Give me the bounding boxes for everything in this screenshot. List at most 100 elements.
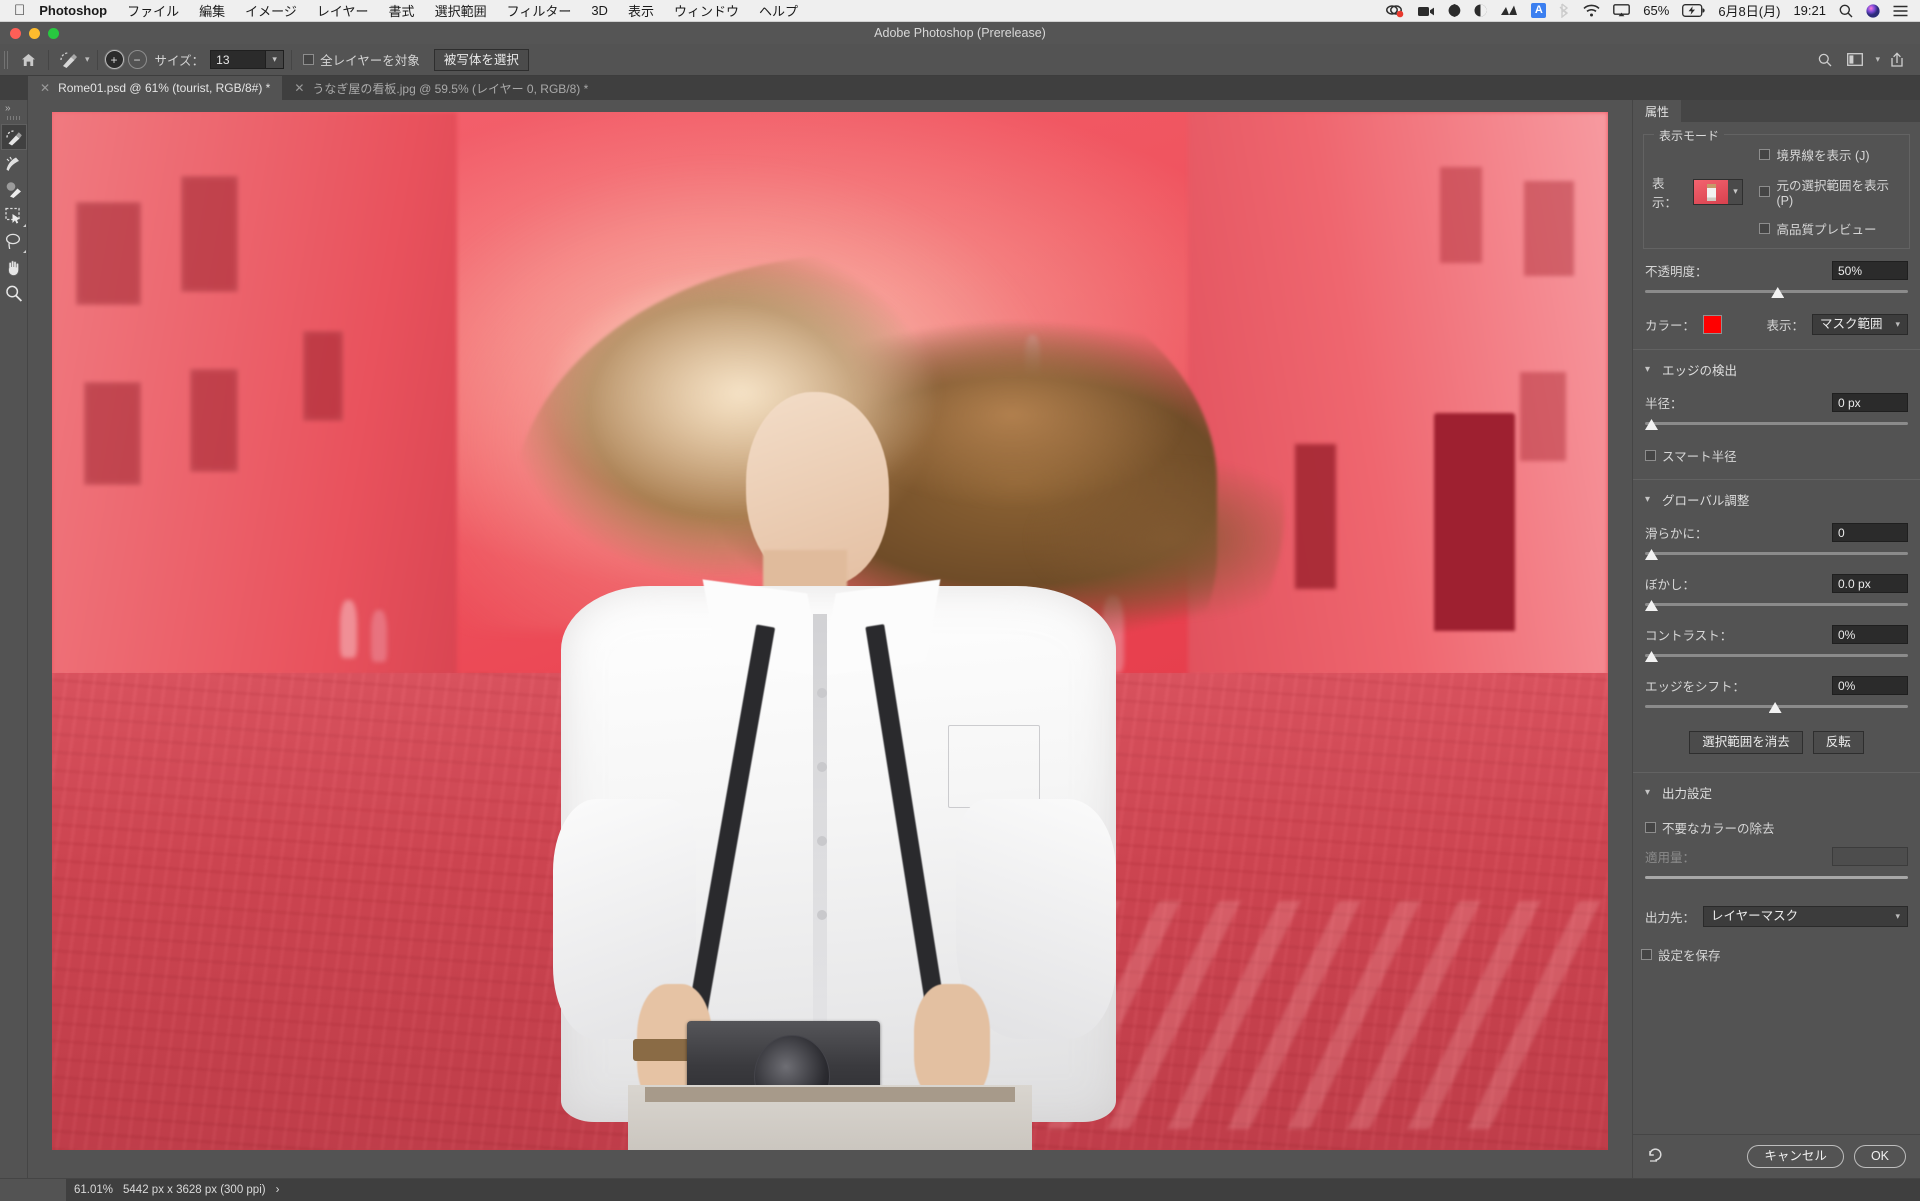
canvas-area[interactable] xyxy=(28,100,1632,1178)
indicates-select[interactable]: マスク範囲 ▾ xyxy=(1812,314,1908,335)
global-refinements-header[interactable]: ▾ グローバル調整 xyxy=(1633,480,1920,511)
screen-record-icon[interactable] xyxy=(1386,4,1405,18)
menu-file[interactable]: ファイル xyxy=(127,1,179,20)
view-mode-preset-picker[interactable]: ▾ xyxy=(1693,178,1744,205)
radius-slider[interactable] xyxy=(1645,418,1908,432)
airplay-icon[interactable] xyxy=(1613,4,1631,17)
contrast-icon[interactable] xyxy=(1474,4,1487,17)
menubar-time[interactable]: 19:21 xyxy=(1793,3,1826,18)
checkbox-box[interactable] xyxy=(1759,186,1771,197)
menu-type[interactable]: 書式 xyxy=(389,1,415,20)
menu-filter[interactable]: フィルター xyxy=(507,1,572,20)
workspace-caret-icon[interactable]: ▾ xyxy=(1875,54,1880,65)
brush-size-stepper-icon[interactable]: ▾ xyxy=(266,50,285,69)
siri-icon[interactable] xyxy=(1866,3,1880,18)
menu-layer[interactable]: レイヤー xyxy=(317,1,369,20)
smooth-input[interactable] xyxy=(1832,523,1908,542)
clear-selection-button[interactable]: 選択範囲を消去 xyxy=(1689,731,1803,754)
add-to-selection-icon[interactable]: + xyxy=(104,50,124,69)
menubar-date[interactable]: 6月8日(月) xyxy=(1718,1,1780,20)
invert-button[interactable]: 反転 xyxy=(1812,731,1864,754)
smooth-slider[interactable] xyxy=(1645,548,1908,562)
view-mode-thumbnail[interactable] xyxy=(1694,179,1729,204)
workspace-icon[interactable] xyxy=(1842,48,1868,72)
window-maximize-button[interactable] xyxy=(48,28,59,39)
close-icon[interactable]: ✕ xyxy=(40,81,50,95)
wifi-icon[interactable] xyxy=(1583,4,1600,17)
brush-preset-caret-icon[interactable]: ▾ xyxy=(85,54,90,65)
audio-meter-icon[interactable] xyxy=(1500,4,1518,17)
video-camera-icon[interactable] xyxy=(1418,5,1435,17)
chevron-down-icon[interactable]: ▾ xyxy=(1728,179,1743,204)
dropbox-icon[interactable] xyxy=(1448,4,1461,17)
collapse-panel-icon[interactable]: » xyxy=(5,103,11,114)
magic-wand-tool-icon[interactable] xyxy=(1,176,27,202)
search-icon[interactable] xyxy=(1812,48,1838,72)
checkbox-box[interactable] xyxy=(303,54,315,65)
decontaminate-colors-checkbox[interactable]: 不要なカラーの除去 xyxy=(1633,818,1920,837)
hand-tool-icon[interactable] xyxy=(1,254,27,280)
shift-edge-slider[interactable] xyxy=(1645,701,1908,715)
lasso-tool-icon[interactable] xyxy=(1,228,27,254)
ok-button[interactable]: OK xyxy=(1853,1145,1906,1168)
shift-edge-input[interactable] xyxy=(1832,676,1908,695)
brush-size-input[interactable] xyxy=(210,50,267,69)
window-minimize-button[interactable] xyxy=(29,28,40,39)
tab-properties[interactable]: 属性 xyxy=(1633,100,1682,122)
menu-window[interactable]: ウィンドウ xyxy=(674,1,739,20)
apple-logo-icon[interactable]:  xyxy=(14,3,25,18)
quick-selection-brush-icon[interactable] xyxy=(56,49,82,71)
radius-input[interactable] xyxy=(1832,393,1908,412)
output-settings-header[interactable]: ▾ 出力設定 xyxy=(1633,773,1920,804)
cancel-button[interactable]: キャンセル xyxy=(1747,1145,1844,1168)
select-subject-button[interactable]: 被写体を選択 xyxy=(433,48,529,71)
menu-edit[interactable]: 編集 xyxy=(199,1,225,20)
contrast-slider[interactable] xyxy=(1645,650,1908,664)
checkbox-box[interactable] xyxy=(1641,949,1652,960)
menu-view[interactable]: 表示 xyxy=(628,1,654,20)
checkbox-box[interactable] xyxy=(1759,223,1771,234)
control-center-icon[interactable] xyxy=(1893,5,1908,17)
contrast-input[interactable] xyxy=(1832,625,1908,644)
mask-color-swatch[interactable] xyxy=(1703,315,1723,334)
bluetooth-icon[interactable] xyxy=(1559,3,1570,18)
menu-select[interactable]: 選択範囲 xyxy=(435,1,487,20)
checkbox-box[interactable] xyxy=(1759,149,1771,160)
close-icon[interactable]: ✕ xyxy=(294,81,304,95)
window-close-button[interactable] xyxy=(10,28,21,39)
document-tab-rome01[interactable]: ✕ Rome01.psd @ 61% (tourist, RGB/8#) * xyxy=(28,76,283,100)
menu-3d[interactable]: 3D xyxy=(591,3,608,18)
quick-selection-tool-icon[interactable] xyxy=(0,124,27,150)
checkbox-box[interactable] xyxy=(1645,822,1656,833)
opacity-slider[interactable] xyxy=(1645,286,1908,300)
search-icon[interactable] xyxy=(1839,4,1853,18)
show-original-checkbox[interactable]: 元の選択範囲を表示 (P) xyxy=(1759,175,1901,208)
chevron-down-icon[interactable]: ▾ xyxy=(1645,787,1650,798)
menu-image[interactable]: イメージ xyxy=(245,1,297,20)
chevron-down-icon[interactable]: ▾ xyxy=(1645,364,1650,375)
edge-detection-header[interactable]: ▾ エッジの検出 xyxy=(1633,350,1920,381)
menubar-app-name[interactable]: Photoshop xyxy=(39,3,107,18)
options-bar-grip[interactable] xyxy=(4,50,9,69)
adobe-a-icon[interactable]: A xyxy=(1531,3,1547,18)
sample-all-layers-checkbox[interactable]: 全レイヤーを対象 xyxy=(303,50,420,69)
tools-panel-grip[interactable] xyxy=(6,116,21,120)
share-icon[interactable] xyxy=(1884,48,1910,72)
document-canvas[interactable] xyxy=(52,112,1608,1150)
subtract-from-selection-icon[interactable]: − xyxy=(127,50,147,69)
menu-help[interactable]: ヘルプ xyxy=(759,1,798,20)
home-icon[interactable] xyxy=(15,48,41,72)
feather-input[interactable] xyxy=(1832,574,1908,593)
chevron-down-icon[interactable]: ▾ xyxy=(1645,494,1650,505)
output-to-select[interactable]: レイヤーマスク ▾ xyxy=(1703,906,1908,927)
smart-radius-checkbox[interactable]: スマート半径 xyxy=(1633,446,1920,465)
battery-charging-icon[interactable] xyxy=(1682,4,1706,17)
chevron-right-icon[interactable]: › xyxy=(276,1184,280,1196)
checkbox-box[interactable] xyxy=(1645,450,1656,461)
rectangular-marquee-tool-icon[interactable] xyxy=(1,202,27,228)
remember-settings-checkbox[interactable]: 設定を保存 xyxy=(1633,945,1920,964)
zoom-level-label[interactable]: 61.01% xyxy=(74,1184,113,1196)
status-info-group[interactable]: 61.01% 5442 px x 3628 px (300 ppi) › xyxy=(66,1178,288,1201)
opacity-input[interactable] xyxy=(1832,261,1908,280)
reset-icon[interactable] xyxy=(1647,1147,1664,1166)
